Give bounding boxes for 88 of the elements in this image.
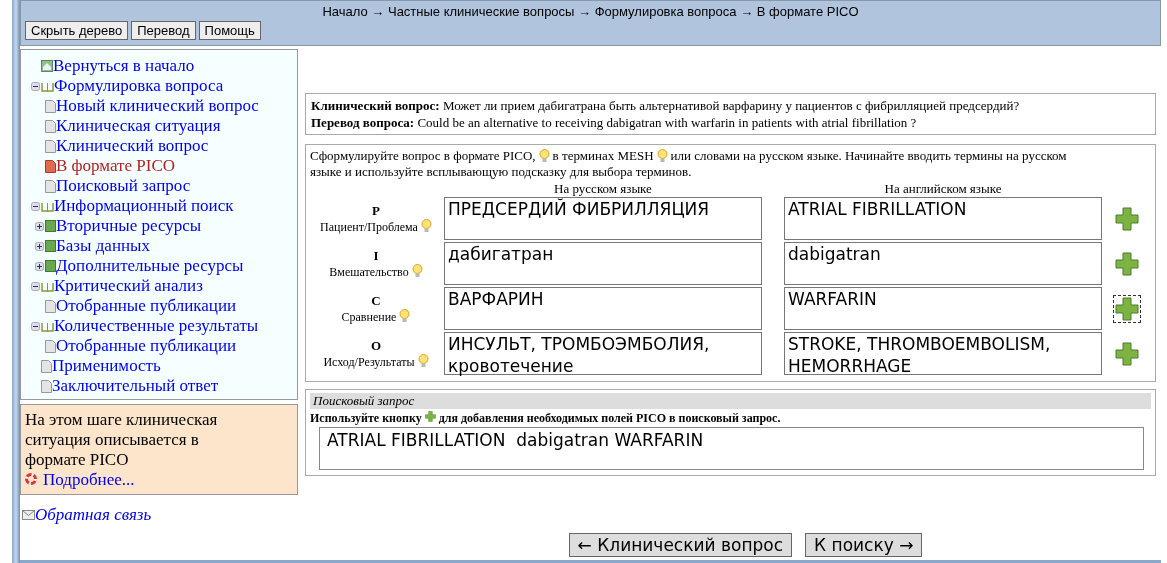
- tree-item[interactable]: Базы данных: [56, 236, 150, 256]
- plus-icon: [424, 411, 436, 422]
- lightbulb-icon[interactable]: [420, 218, 432, 233]
- tree-item[interactable]: Отобранные публикации: [56, 296, 237, 316]
- input-field[interactable]: ИНСУЛЬТ, ТРОМБОЭМБОЛИЯ, кровотечение: [444, 332, 762, 375]
- pico-label: Исход/Результаты: [323, 354, 415, 369]
- instruction-text: Сформулируйте вопрос в формате PICO,: [310, 148, 536, 164]
- page-icon: [45, 99, 56, 113]
- collapse-icon[interactable]: [30, 81, 40, 91]
- tree-item[interactable]: Применимость: [52, 356, 161, 376]
- input-field[interactable]: ПРЕДСЕРДИЙ ФИБРИЛЛЯЦИЯ: [444, 197, 762, 240]
- pico-letter: O: [370, 337, 382, 353]
- instruction-text: в терминах MESH: [552, 148, 654, 164]
- tree-item[interactable]: Критический анализ: [54, 276, 203, 296]
- page-icon: [41, 359, 52, 373]
- step-description: На этом шаге клиническая ситуация описывается в формате PICO: [25, 410, 219, 470]
- input-field[interactable]: ATRIAL FIBRILLATION: [784, 197, 1102, 240]
- tree-item[interactable]: Новый клинический вопрос: [56, 96, 259, 116]
- page-icon: [45, 179, 56, 193]
- hint-text: Используйте кнопку: [310, 411, 422, 425]
- page-icon: [41, 379, 52, 393]
- lightbulb-icon[interactable]: [417, 353, 429, 368]
- page-icon: [45, 139, 56, 153]
- envelope-icon: [22, 510, 35, 520]
- input-field[interactable]: WARFARIN: [784, 287, 1102, 330]
- more-link[interactable]: Подробнее...: [43, 470, 135, 489]
- collapse-icon[interactable]: [30, 201, 40, 211]
- book-icon: [41, 200, 54, 212]
- lightbulb-icon[interactable]: [399, 308, 411, 323]
- tree-item[interactable]: Дополнительные ресурсы: [56, 256, 244, 276]
- input-field[interactable]: dabigatran: [784, 242, 1102, 285]
- toolbar-button[interactable]: Скрыть дерево: [25, 21, 129, 40]
- tree-item[interactable]: В формате PICO: [56, 156, 176, 176]
- toolbar-button[interactable]: Помощь: [198, 21, 261, 40]
- lightbulb-icon[interactable]: [411, 263, 423, 278]
- book-icon: [41, 320, 54, 332]
- book-icon: [45, 240, 56, 252]
- book-icon: [41, 280, 54, 292]
- pico-letter: P: [372, 202, 380, 218]
- collapse-icon[interactable]: [30, 321, 40, 331]
- add-icon[interactable]: [1113, 294, 1141, 323]
- input-field[interactable]: ВАРФАРИН: [444, 287, 762, 330]
- tree-item[interactable]: Формулировка вопроса: [54, 76, 224, 96]
- tree-item[interactable]: Вторичные ресурсы: [56, 216, 202, 236]
- expand-icon[interactable]: [34, 261, 44, 271]
- pico-label: Пациент/Проблема: [320, 219, 418, 234]
- toolbar-button[interactable]: Перевод: [131, 21, 196, 40]
- book-icon: [45, 260, 56, 272]
- tree-item[interactable]: Отобранные публикации: [56, 336, 237, 356]
- pico-letter: I: [373, 247, 379, 263]
- page-icon: [45, 159, 56, 173]
- tree-item[interactable]: Количественные результаты: [54, 316, 259, 336]
- search-query-field[interactable]: ATRIAL FIBRILLATION dabigatran WARFARIN: [319, 427, 1144, 470]
- column-header: На английском языке: [883, 182, 1003, 195]
- tree-item[interactable]: Клиническая ситуация: [56, 116, 221, 136]
- question-text: Перевод вопроса: Could be an alternative to receiving dabigatran with warfarin in patients with atrial fibrillation ?: [311, 114, 918, 131]
- section-title: Поисковый запрос: [310, 393, 1151, 409]
- nav-button[interactable]: ← Клинический вопрос: [568, 533, 793, 557]
- page-icon: [45, 339, 56, 353]
- instruction-text: или словами на русском языке. Начинайте вводить термины на русском: [670, 148, 1067, 164]
- question-text: Клинический вопрос: Может ли прием дабигатрана быть альтернативой варфарину у пациентов с фибрилляцией предсердий?: [311, 97, 1021, 114]
- instruction-text: языке и используйте всплывающую подсказку для выбора терминов.: [310, 164, 693, 180]
- pico-letter: C: [371, 292, 381, 308]
- tree-item[interactable]: Вернуться в начало: [53, 56, 195, 76]
- lightbulb-icon[interactable]: [656, 149, 668, 163]
- tree-item[interactable]: Поисковый запрос: [56, 176, 191, 196]
- hint-text: для добавления необходимых полей PICO в поисковый запрос.: [438, 411, 781, 425]
- expand-icon[interactable]: [34, 241, 44, 251]
- tree-item[interactable]: Клинический вопрос: [56, 136, 209, 156]
- page-icon: [45, 119, 56, 133]
- breadcrumb: Начало → Частные клинические вопросы → Формулировка вопроса → В формате PICO: [322, 4, 859, 19]
- pico-label: Сравнение: [341, 309, 397, 324]
- nav-button[interactable]: К поиску →: [805, 533, 923, 557]
- book-icon: [41, 80, 54, 92]
- input-field[interactable]: STROKE, THROMBOEMBOLISM, HEMORRHAGE: [784, 332, 1102, 375]
- home-icon: [41, 60, 53, 72]
- column-header: На русском языке: [553, 182, 653, 195]
- tree-item[interactable]: Заключительный ответ: [52, 376, 219, 396]
- collapse-icon[interactable]: [30, 281, 40, 291]
- pico-label: Вмешательство: [329, 264, 409, 279]
- book-icon: [45, 220, 56, 232]
- lifebuoy-icon: [25, 473, 37, 485]
- expand-icon[interactable]: [34, 221, 44, 231]
- lightbulb-icon[interactable]: [538, 149, 550, 163]
- page-icon: [45, 299, 56, 313]
- input-field[interactable]: дабигатран: [444, 242, 762, 285]
- tree-item[interactable]: Информационный поиск: [54, 196, 234, 216]
- feedback-link[interactable]: Обратная связь: [35, 505, 152, 524]
